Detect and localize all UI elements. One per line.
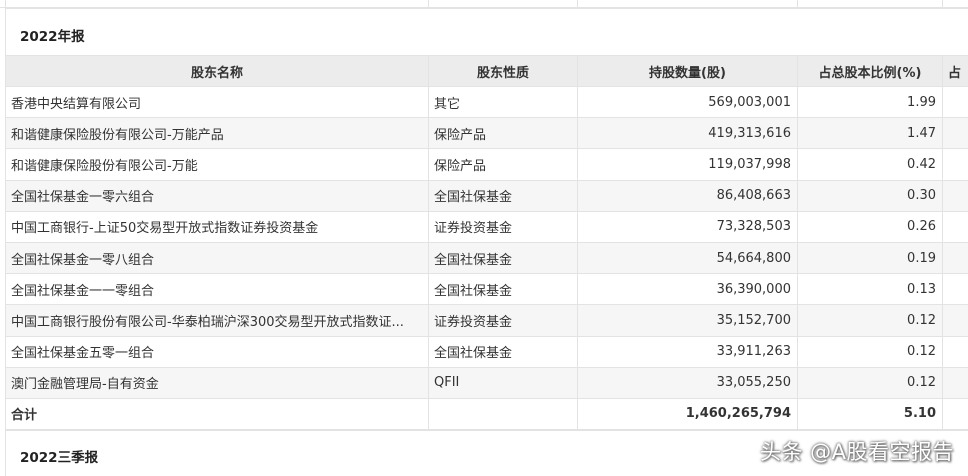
cell-truncated <box>942 304 968 337</box>
cell-share-count: 569,003,001 <box>577 85 798 119</box>
section-title-2022-q3: 2022三季报 <box>20 450 99 466</box>
cell-truncated <box>942 117 968 150</box>
cell-percent: 0.42 <box>797 148 943 181</box>
cell-share-count: 36,390,000 <box>577 273 798 306</box>
cell-truncated <box>942 85 968 119</box>
table-row: 中国工商银行股份有限公司-华泰柏瑞沪深300交易型开放式指数证... 证券投资基… <box>5 304 968 337</box>
cell-shareholder-name: 全国社保基金一零八组合 <box>5 241 429 275</box>
cell-shareholder-name: 全国社保基金一零六组合 <box>5 179 429 212</box>
col-header-shareholder-type[interactable]: 股东性质 <box>428 55 578 87</box>
table-row: 澳门金融管理局-自有资金 QFII 33,055,250 0.12 <box>5 366 968 399</box>
cell-shareholder-type: 其它 <box>428 85 578 119</box>
total-percent: 5.10 <box>797 397 943 431</box>
cell-shareholder-type: QFII <box>428 366 578 399</box>
cell-truncated <box>942 210 968 243</box>
cell-share-count: 35,152,700 <box>577 304 798 337</box>
cell-shareholder-name: 和谐健康保险股份有限公司-万能 <box>5 148 429 181</box>
cell-percent: 0.26 <box>797 210 943 243</box>
cell-percent: 0.13 <box>797 273 943 306</box>
cell-shareholder-type: 全国社保基金 <box>428 273 578 306</box>
table-row: 和谐健康保险股份有限公司-万能产品 保险产品 419,313,616 1.47 <box>5 117 968 150</box>
cell-truncated <box>942 179 968 212</box>
cell-percent: 0.12 <box>797 366 943 399</box>
cell-shareholder-name: 中国工商银行-上证50交易型开放式指数证券投资基金 <box>5 210 429 243</box>
cell-truncated <box>942 366 968 399</box>
cell-truncated <box>942 397 968 431</box>
total-share-count: 1,460,265,794 <box>577 397 798 431</box>
table-row: 全国社保基金一零六组合 全国社保基金 86,408,663 0.30 <box>5 179 968 212</box>
total-label: 合计 <box>5 397 429 431</box>
table-header-row: 股东名称 股东性质 持股数量(股) 占总股本比例(%) 占 <box>5 55 968 87</box>
cell-share-count: 54,664,800 <box>577 241 798 275</box>
cell-truncated <box>942 335 968 368</box>
cell-shareholder-type: 全国社保基金 <box>428 179 578 212</box>
cell-shareholder-name: 中国工商银行股份有限公司-华泰柏瑞沪深300交易型开放式指数证... <box>5 304 429 337</box>
cell-shareholder-type: 保险产品 <box>428 148 578 181</box>
cell-shareholder-type: 证券投资基金 <box>428 210 578 243</box>
cell-share-count: 419,313,616 <box>577 117 798 150</box>
cell-shareholder-name: 和谐健康保险股份有限公司-万能产品 <box>5 117 429 150</box>
cell-shareholder-name: 全国社保基金五零一组合 <box>5 335 429 368</box>
table-row: 全国社保基金五零一组合 全国社保基金 33,911,263 0.12 <box>5 335 968 368</box>
cell-shareholder-name: 全国社保基金一一零组合 <box>5 273 429 306</box>
watermark-text: 头条 @A股看空报告 <box>759 440 954 464</box>
cell-shareholder-type: 全国社保基金 <box>428 335 578 368</box>
table-row: 全国社保基金一一零组合 全国社保基金 36,390,000 0.13 <box>5 273 968 306</box>
col-header-shareholder-name[interactable]: 股东名称 <box>5 55 429 87</box>
cell-percent: 0.12 <box>797 304 943 337</box>
cell-truncated <box>942 273 968 306</box>
cell-share-count: 119,037,998 <box>577 148 798 181</box>
col-header-truncated[interactable]: 占 <box>942 55 968 87</box>
cell-percent: 1.47 <box>797 117 943 150</box>
cell-shareholder-type: 证券投资基金 <box>428 304 578 337</box>
cell-truncated <box>942 241 968 275</box>
cell-share-count: 33,911,263 <box>577 335 798 368</box>
cell-percent: 0.19 <box>797 241 943 275</box>
table-row: 中国工商银行-上证50交易型开放式指数证券投资基金 证券投资基金 73,328,… <box>5 210 968 243</box>
cell-percent: 1.99 <box>797 85 943 119</box>
cell-share-count: 86,408,663 <box>577 179 798 212</box>
section-header-frame <box>5 8 968 55</box>
table-total-row: 合计 1,460,265,794 5.10 <box>5 397 968 431</box>
previous-table-bottom-edge <box>0 0 968 8</box>
section-title-2022-annual: 2022年报 <box>20 29 85 45</box>
cell-percent: 0.30 <box>797 179 943 212</box>
cell-shareholder-name: 澳门金融管理局-自有资金 <box>5 366 429 399</box>
table-row: 和谐健康保险股份有限公司-万能 保险产品 119,037,998 0.42 <box>5 148 968 181</box>
cell-shareholder-type: 全国社保基金 <box>428 241 578 275</box>
col-header-share-count[interactable]: 持股数量(股) <box>577 55 798 87</box>
table-row: 香港中央结算有限公司 其它 569,003,001 1.99 <box>5 85 968 119</box>
cell-shareholder-type: 保险产品 <box>428 117 578 150</box>
col-header-percent-of-total[interactable]: 占总股本比例(%) <box>797 55 943 87</box>
table-row: 全国社保基金一零八组合 全国社保基金 54,664,800 0.19 <box>5 241 968 275</box>
total-type-empty <box>428 397 578 431</box>
cell-share-count: 33,055,250 <box>577 366 798 399</box>
cell-percent: 0.12 <box>797 335 943 368</box>
cell-truncated <box>942 148 968 181</box>
cell-share-count: 73,328,503 <box>577 210 798 243</box>
cell-shareholder-name: 香港中央结算有限公司 <box>5 85 429 119</box>
shareholders-table: 股东名称 股东性质 持股数量(股) 占总股本比例(%) 占 香港中央结算有限公司… <box>5 55 968 431</box>
